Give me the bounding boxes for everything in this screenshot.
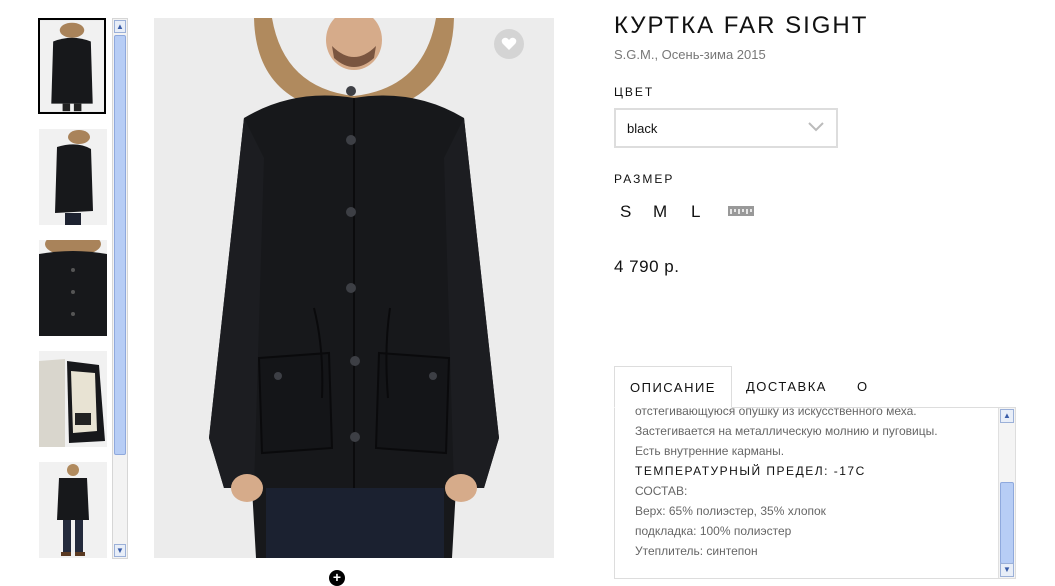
ruler-icon[interactable] [728, 206, 754, 216]
favorite-button[interactable] [494, 29, 524, 59]
size-option-m[interactable]: M [653, 202, 667, 222]
composition-label: СОСТАВ: [635, 484, 688, 498]
thumbnail-closeup [39, 240, 107, 336]
thumbnail-full-body [39, 462, 107, 558]
description-content: отстегивающуюся опушку из искусственного… [635, 407, 995, 561]
thumbnail-3[interactable] [39, 240, 107, 336]
color-label: ЦВЕТ [614, 85, 655, 99]
scrollbar-thumb[interactable] [1000, 482, 1014, 564]
size-option-s[interactable]: S [620, 202, 631, 222]
description-line: Застегивается на металлическую молнию и … [635, 424, 938, 438]
thumbnail-lining [39, 351, 107, 447]
composition-outer: Верх: 65% полиэстер, 35% хлопок [635, 504, 826, 518]
scrollbar-thumb[interactable] [114, 35, 126, 455]
product-price: 4 790 р. [614, 257, 680, 276]
thumbnail-2[interactable] [39, 129, 107, 225]
chevron-down-icon [808, 122, 824, 132]
heart-icon [501, 37, 517, 50]
main-product-image[interactable] [154, 18, 554, 558]
brand-season: S.G.M., Осень-зима 2015 [614, 47, 766, 62]
size-option-l[interactable]: L [691, 202, 700, 222]
tab-delivery[interactable]: ДОСТАВКА [746, 366, 827, 408]
scroll-down-arrow-icon[interactable]: ▼ [114, 544, 126, 557]
description-scrollbar[interactable]: ▲ ▼ [998, 408, 1015, 578]
tab-description[interactable]: ОПИСАНИЕ [614, 366, 732, 408]
thumbnail-1[interactable] [38, 18, 106, 114]
scroll-up-arrow-icon[interactable]: ▲ [114, 20, 126, 33]
description-line: отстегивающуюся опушку из искусственного… [635, 407, 917, 418]
product-title: КУРТКА FAR SIGHT [614, 12, 869, 39]
scroll-up-arrow-icon[interactable]: ▲ [1000, 409, 1014, 423]
composition-insulation: Утеплитель: синтепон [635, 544, 758, 558]
jacket-illustration [154, 18, 554, 558]
size-label: РАЗМЕР [614, 172, 675, 186]
tab-about-brand[interactable]: О БРЕНДЕ [857, 366, 919, 436]
temperature-heading: ТЕМПЕРАТУРНЫЙ ПРЕДЕЛ: -17С [635, 464, 866, 478]
description-panel: отстегивающуюся опушку из искусственного… [614, 407, 1016, 579]
description-line: Есть внутренние карманы. [635, 444, 785, 458]
ruler-ticks [730, 209, 752, 214]
thumbnail-4[interactable] [39, 351, 107, 447]
zoom-plus-icon[interactable]: + [329, 570, 345, 586]
thumbnail-strip [36, 16, 112, 561]
thumbnail-scrollbar[interactable]: ▲ ▼ [112, 18, 128, 559]
thumbnail-front-hood [40, 20, 104, 112]
thumbnail-5[interactable] [39, 462, 107, 558]
color-select[interactable]: black [614, 108, 838, 148]
color-select-value: black [627, 121, 658, 136]
scroll-down-arrow-icon[interactable]: ▼ [1000, 563, 1014, 577]
thumbnail-side-view [39, 129, 107, 225]
composition-lining: подкладка: 100% полиэстер [635, 524, 792, 538]
